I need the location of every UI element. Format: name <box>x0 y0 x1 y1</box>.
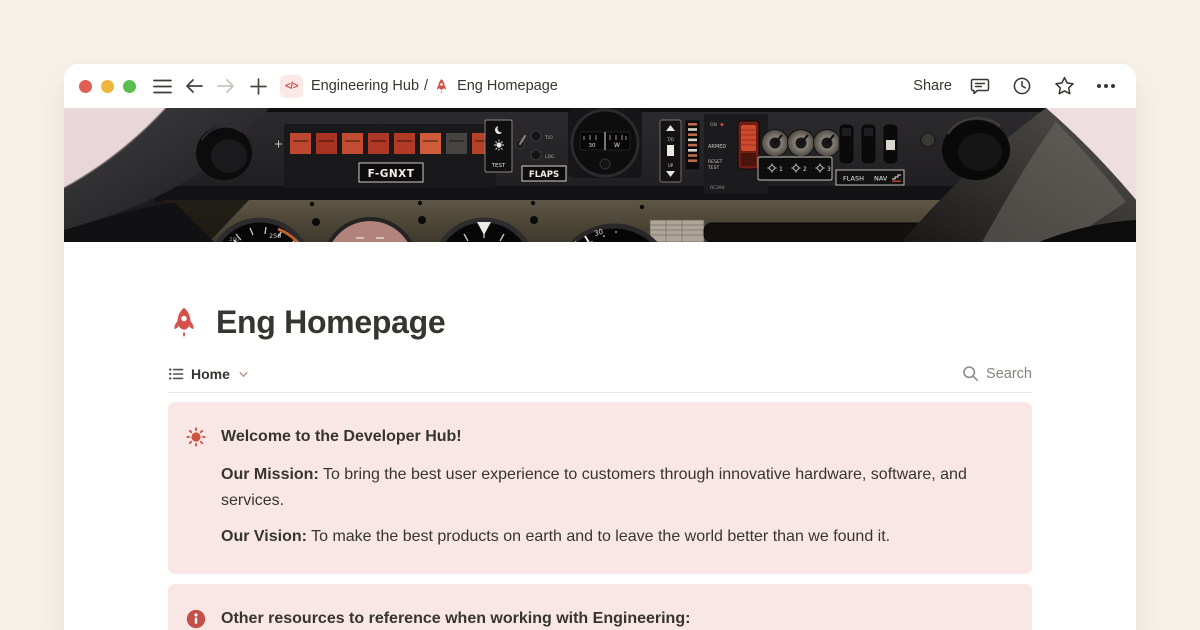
comments-button[interactable] <box>966 72 994 100</box>
hamburger-icon <box>153 79 172 94</box>
trim-up-label: UP <box>668 163 674 168</box>
rocket-icon <box>434 78 449 95</box>
callout-body: Welcome to the Developer Hub! Our Missio… <box>221 426 992 550</box>
cover-test-label: TEST <box>491 163 506 169</box>
arrow-right-icon <box>216 78 236 94</box>
breadcrumb: </> Engineering Hub / Eng Homepage <box>280 75 558 98</box>
flash-nav-panel: FLASH NAV <box>836 170 904 185</box>
light-knobs: 1 2 3 <box>758 130 841 181</box>
gauge-250-label: 250 <box>269 232 281 240</box>
mission-text: To bring the best user experience to cus… <box>221 466 967 509</box>
knob-2-label: 2 <box>803 166 807 173</box>
breadcrumb-parent[interactable]: Engineering Hub <box>311 78 419 94</box>
maximize-window-button[interactable] <box>123 80 136 93</box>
tab-home[interactable]: Home <box>168 366 250 382</box>
armed-panel: ON ARMED RESET TEST RC390 <box>704 114 768 194</box>
view-tabs-row: Home Search <box>168 365 1032 393</box>
registration-plate: F-GNXT <box>359 163 423 182</box>
callout-title: Welcome to the Developer Hub! <box>221 426 992 448</box>
rocket-icon[interactable] <box>168 306 200 340</box>
search-icon <box>962 365 979 382</box>
cover-on-label: ON <box>710 122 717 128</box>
minimize-window-button[interactable] <box>101 80 114 93</box>
arrow-left-icon <box>184 78 204 94</box>
vision-text: To make the best products on earth and t… <box>307 528 890 545</box>
callout-body: Other resources to reference when workin… <box>221 608 690 630</box>
info-icon <box>185 608 207 630</box>
history-button[interactable] <box>1008 72 1036 100</box>
cover-to-label: T/O <box>544 135 553 141</box>
vision-paragraph: Our Vision: To make the best products on… <box>221 524 992 550</box>
rocker-switches <box>839 124 898 164</box>
list-view-icon <box>168 366 184 382</box>
resources-callout: Other resources to reference when workin… <box>168 584 1032 630</box>
comment-icon <box>970 76 990 96</box>
mission-paragraph: Our Mission: To bring the best user expe… <box>221 462 992 514</box>
compass-heading-label: 30 <box>589 143 596 149</box>
cover-registration-label: F-GNXT <box>368 168 415 180</box>
knob-1-label: 1 <box>779 166 783 173</box>
knob-3-label: 3 <box>827 166 831 173</box>
menu-button[interactable] <box>148 72 176 100</box>
page-background: { "colors": { "page_background": "#F7F1E… <box>0 0 1200 630</box>
magnetic-compass: 30 W <box>568 108 642 178</box>
toolbar-right: Share <box>913 72 1120 100</box>
chevron-down-icon <box>237 368 250 381</box>
breadcrumb-separator: / <box>424 78 428 94</box>
sun-icon <box>185 426 207 448</box>
new-page-button[interactable] <box>244 72 272 100</box>
close-window-button[interactable] <box>79 80 92 93</box>
trim-indicator: T/O UP <box>660 120 681 182</box>
compass-west-label: W <box>614 142 620 149</box>
search-label: Search <box>986 366 1032 382</box>
tab-home-label: Home <box>191 366 230 382</box>
forward-button[interactable] <box>212 72 240 100</box>
code-icon[interactable]: </> <box>280 75 303 98</box>
page-title-row: Eng Homepage <box>168 304 1032 341</box>
ellipsis-icon <box>1096 83 1116 89</box>
cockpit-panel-illustration: 250 200 9 1 27 30 <box>64 108 1136 242</box>
callout-title: Other resources to reference when workin… <box>221 608 690 630</box>
share-button[interactable]: Share <box>913 78 952 94</box>
app-window: </> Engineering Hub / Eng Homepage Share <box>64 64 1136 630</box>
plus-icon <box>250 78 267 95</box>
cover-reset-label: RESET <box>708 159 723 165</box>
more-button[interactable] <box>1092 72 1120 100</box>
cover-image: 250 200 9 1 27 30 <box>64 108 1136 242</box>
breadcrumb-page[interactable]: Eng Homepage <box>434 78 558 95</box>
toolbar: </> Engineering Hub / Eng Homepage Share <box>64 64 1136 108</box>
page-title: Eng Homepage <box>216 304 445 341</box>
cover-flash-label: FLASH <box>843 175 864 183</box>
trim-to-label: T/O <box>666 137 674 142</box>
star-icon <box>1054 76 1075 96</box>
breadcrumb-page-label: Eng Homepage <box>457 78 558 94</box>
window-controls <box>79 80 136 93</box>
cover-flaps-label: FLAPS <box>529 170 559 180</box>
welcome-callout: Welcome to the Developer Hub! Our Missio… <box>168 402 1032 574</box>
cover-rc390-label: RC390 <box>710 185 725 191</box>
back-button[interactable] <box>180 72 208 100</box>
clock-icon <box>1012 76 1032 96</box>
cover-armed-label: ARMED <box>708 144 726 150</box>
cover-ldg-label: LDG <box>545 154 555 160</box>
cover-nav-label: NAV <box>874 175 888 183</box>
test-panel: TEST <box>485 120 512 172</box>
page-content: Eng Homepage Home <box>64 242 1136 630</box>
cover-reset-test-label: TEST <box>707 165 719 171</box>
favorite-button[interactable] <box>1050 72 1078 100</box>
search-button[interactable]: Search <box>962 365 1032 382</box>
vision-lead: Our Vision: <box>221 528 307 545</box>
mission-lead: Our Mission: <box>221 466 319 483</box>
